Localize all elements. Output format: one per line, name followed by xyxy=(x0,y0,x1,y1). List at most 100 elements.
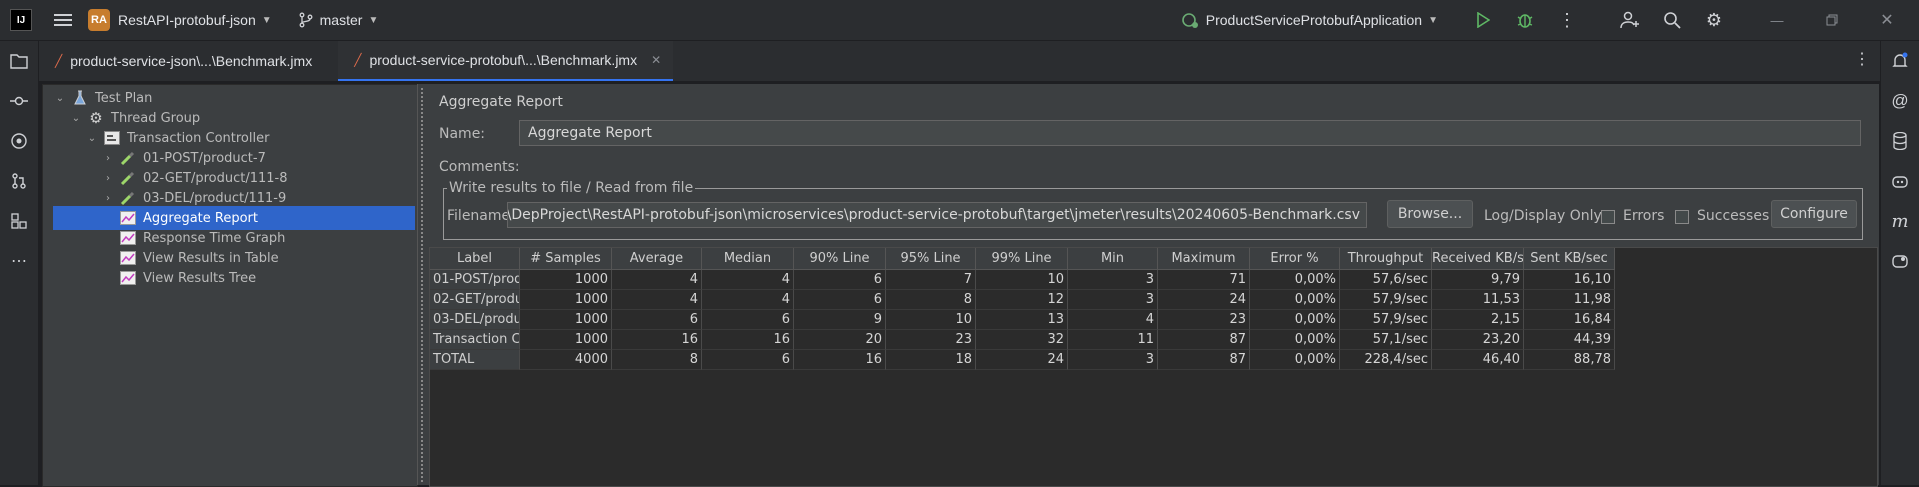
pipette-sampler-icon xyxy=(119,190,137,206)
main-menu-button[interactable] xyxy=(54,11,72,29)
tab-label: product-service-json\...\Benchmark.jmx xyxy=(70,53,313,69)
restore-window-icon[interactable] xyxy=(1820,8,1844,32)
jmx-file-icon: ╱ xyxy=(55,54,63,68)
splitter-grip-dot xyxy=(421,304,423,306)
splitter-grip-dot xyxy=(421,244,423,246)
table-cell: 11,98 xyxy=(1524,290,1615,310)
filename-field[interactable]: ac\Desktop\DepProject\RestAPI-protobuf-j… xyxy=(507,202,1367,228)
column-header[interactable]: 95% Line xyxy=(886,248,976,270)
close-icon[interactable]: ✕ xyxy=(651,53,661,67)
column-header[interactable]: Label xyxy=(430,248,520,270)
copilot-icon[interactable] xyxy=(1881,161,1919,201)
maven-icon[interactable]: m xyxy=(1881,201,1919,241)
project-name-dropdown[interactable]: RestAPI-protobuf-json xyxy=(118,12,256,28)
listener-graph-icon xyxy=(119,210,137,226)
table-cell: 4 xyxy=(612,290,702,310)
comments-label: Comments: xyxy=(439,159,520,175)
column-header[interactable]: Received KB/sec xyxy=(1432,248,1524,270)
table-cell: 16,84 xyxy=(1524,310,1615,330)
chevron-right-icon[interactable]: › xyxy=(101,173,115,184)
splitter-grip-dot xyxy=(421,440,423,442)
column-header[interactable]: 99% Line xyxy=(976,248,1068,270)
tab-options-icon[interactable]: ⋮ xyxy=(1854,49,1870,69)
successes-label: Successes xyxy=(1697,208,1770,224)
table-cell: 71 xyxy=(1158,270,1250,290)
column-header[interactable]: Median xyxy=(702,248,794,270)
splitter-grip-dot xyxy=(421,360,423,362)
table-cell: 6 xyxy=(702,350,794,370)
structure-icon[interactable] xyxy=(0,201,38,241)
splitter-grip-dot xyxy=(421,296,423,298)
column-header[interactable]: # Samples xyxy=(520,248,612,270)
chevron-down-icon[interactable]: ⌄ xyxy=(85,133,99,144)
browse-button[interactable]: Browse... xyxy=(1387,200,1473,228)
chevron-right-icon[interactable]: › xyxy=(101,153,115,164)
splitter-grip-dot xyxy=(421,220,423,222)
errors-checkbox[interactable] xyxy=(1601,210,1615,224)
table-cell: 7 xyxy=(886,270,976,290)
panel-title: Aggregate Report xyxy=(439,94,563,110)
tree-item-label: Thread Group xyxy=(111,110,201,126)
splitter-grip-dot xyxy=(421,96,423,98)
debug-icon[interactable] xyxy=(1513,8,1537,32)
database-icon[interactable] xyxy=(1881,121,1919,161)
minimize-window-icon[interactable]: — xyxy=(1765,8,1789,32)
column-header[interactable]: Average xyxy=(612,248,702,270)
chevron-right-icon[interactable]: › xyxy=(101,193,115,204)
tab-protobuf-benchmark[interactable]: ╱ product-service-protobuf\...\Benchmark… xyxy=(338,41,674,81)
splitter-grip-dot xyxy=(421,140,423,142)
tab-json-benchmark[interactable]: ╱ product-service-json\...\Benchmark.jmx xyxy=(39,41,324,81)
successes-checkbox[interactable] xyxy=(1675,210,1689,224)
splitter-grip-dot xyxy=(421,352,423,354)
tree-item-view-results-tree[interactable]: View Results Tree xyxy=(53,266,415,290)
gradle-icon[interactable] xyxy=(1881,241,1919,281)
splitter-grip-dot xyxy=(421,476,423,478)
column-header[interactable]: 90% Line xyxy=(794,248,886,270)
run-configuration-dropdown[interactable]: ProductServiceProtobufApplication ▼ xyxy=(1180,11,1438,29)
splitter-grip-dot xyxy=(421,404,423,406)
ai-assistant-icon[interactable]: @ xyxy=(1881,81,1919,121)
table-cell: 23 xyxy=(1158,310,1250,330)
table-cell: 0,00% xyxy=(1250,330,1340,350)
tab-label: product-service-protobuf\...\Benchmark.j… xyxy=(369,52,638,68)
table-cell: 57,1/sec xyxy=(1340,330,1432,350)
pull-requests-icon[interactable] xyxy=(0,161,38,201)
column-header[interactable]: Min xyxy=(1068,248,1158,270)
column-header[interactable]: Sent KB/sec xyxy=(1524,248,1615,270)
project-folder-icon[interactable] xyxy=(0,41,38,81)
filename-label: Filename xyxy=(447,208,511,224)
settings-gear-icon[interactable]: ⚙ xyxy=(1702,8,1726,32)
table-cell: 6 xyxy=(794,290,886,310)
table-cell: 1000 xyxy=(520,330,612,350)
splitter-grip-dot xyxy=(421,240,423,242)
more-actions-icon[interactable]: ⋮ xyxy=(1555,8,1579,32)
title-bar: IJ RA RestAPI-protobuf-json ▼ master ▼ P… xyxy=(0,0,1919,41)
search-icon[interactable] xyxy=(1660,8,1684,32)
commit-icon[interactable] xyxy=(0,81,38,121)
chevron-down-icon[interactable]: ⌄ xyxy=(69,113,83,124)
splitter-grip-dot xyxy=(421,128,423,130)
tree-item-label: 01-POST/product-7 xyxy=(143,150,266,166)
splitter-grip-dot xyxy=(421,236,423,238)
chevron-down-icon[interactable]: ⌄ xyxy=(53,93,67,104)
more-tools-icon[interactable]: ⋯ xyxy=(0,241,38,281)
flask-icon xyxy=(71,90,89,106)
splitter-grip-dot xyxy=(421,104,423,106)
run-icon[interactable] xyxy=(1471,8,1495,32)
column-header[interactable]: Throughput xyxy=(1340,248,1432,270)
name-field[interactable]: Aggregate Report xyxy=(519,120,1861,146)
notifications-bell-icon[interactable] xyxy=(1881,41,1919,81)
configure-button[interactable]: Configure xyxy=(1771,200,1857,228)
splitter-grip-dot xyxy=(421,264,423,266)
add-user-icon[interactable] xyxy=(1618,8,1642,32)
table-cell: 11 xyxy=(1068,330,1158,350)
branch-dropdown[interactable]: master ▼ xyxy=(298,12,378,28)
column-header[interactable]: Maximum xyxy=(1158,248,1250,270)
splitter-grip-dot xyxy=(421,188,423,190)
close-window-icon[interactable]: ✕ xyxy=(1875,8,1899,32)
splitter-grip-dot xyxy=(421,412,423,414)
splitter-grip-dot xyxy=(421,224,423,226)
plugins-icon[interactable] xyxy=(0,121,38,161)
jmx-file-icon: ╱ xyxy=(354,53,362,67)
column-header[interactable]: Error % xyxy=(1250,248,1340,270)
